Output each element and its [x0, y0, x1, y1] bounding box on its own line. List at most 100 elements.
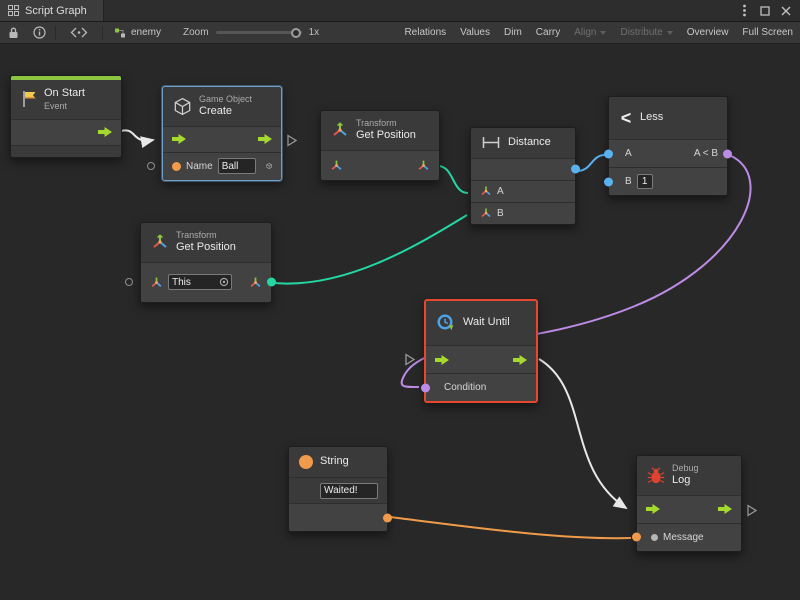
- flow-output-arrow-icon[interactable]: [98, 127, 112, 137]
- node-header: On Start Event: [11, 80, 121, 119]
- node-subtitle: Event: [44, 101, 85, 112]
- wire-getposition2-to-distance-b: [274, 215, 467, 284]
- node-debug-log[interactable]: Debug Log Message: [636, 455, 742, 552]
- lock-icon[interactable]: [0, 22, 26, 44]
- unconnected-input-triangle[interactable]: [404, 353, 416, 366]
- script-graph-asset-icon: [114, 27, 126, 39]
- b-value-field[interactable]: [637, 174, 653, 189]
- port-label: Name: [186, 161, 213, 172]
- port-label: B: [625, 176, 632, 187]
- graph-asset-crumb[interactable]: enemy: [106, 27, 169, 39]
- less-output-port[interactable]: [723, 149, 732, 158]
- unconnected-output-triangle[interactable]: [746, 504, 758, 517]
- node-header: < Less: [609, 97, 727, 139]
- values-button[interactable]: Values: [453, 22, 497, 44]
- message-port-dot: [651, 534, 658, 541]
- unconnected-output-triangle[interactable]: [286, 134, 298, 147]
- string-type-icon: [299, 455, 313, 469]
- overview-button[interactable]: Overview: [680, 22, 736, 44]
- toolbar-separator: [102, 26, 103, 40]
- flag-icon: [21, 90, 37, 108]
- condition-port-row: Condition: [426, 373, 536, 401]
- node-title: On Start: [44, 87, 85, 101]
- node-title: Wait Until: [463, 316, 510, 330]
- node-title: Get Position: [356, 129, 416, 143]
- object-picker-icon[interactable]: [219, 277, 229, 287]
- port-label: Message: [663, 532, 704, 543]
- transform-icon: [331, 121, 349, 139]
- dim-button[interactable]: Dim: [497, 22, 529, 44]
- info-icon[interactable]: [26, 22, 52, 44]
- node-string-literal[interactable]: String: [288, 446, 388, 532]
- name-value-field[interactable]: [218, 158, 256, 174]
- title-bar: Script Graph: [0, 0, 800, 22]
- close-icon[interactable]: [777, 3, 795, 19]
- node-header: Transform Get Position: [141, 223, 271, 262]
- cube-icon: [173, 97, 192, 116]
- transform-input-port-icon[interactable]: [330, 159, 343, 172]
- node-title: Distance: [508, 136, 551, 150]
- name-input-port[interactable]: [172, 162, 181, 171]
- zoom-slider-handle[interactable]: [291, 28, 301, 38]
- port-b-row: B: [609, 167, 727, 195]
- node-category: Transform: [176, 230, 236, 241]
- port-label: A: [497, 186, 504, 197]
- node-get-position-2[interactable]: Transform Get Position: [140, 222, 272, 303]
- flow-input-arrow-icon[interactable]: [435, 355, 449, 365]
- node-header: Game Object Create: [163, 87, 281, 126]
- less-input-b-port[interactable]: [604, 177, 613, 186]
- window-menu-icon[interactable]: [735, 3, 753, 19]
- port-b-row: B: [471, 202, 575, 224]
- relations-button[interactable]: Relations: [397, 22, 453, 44]
- node-footer: [11, 145, 121, 157]
- name-port-row: Name: [163, 152, 281, 180]
- vector3-output-port[interactable]: [267, 278, 276, 287]
- unconnected-port-ring[interactable]: [125, 278, 133, 286]
- node-on-start-event[interactable]: On Start Event: [10, 75, 122, 158]
- gameobject-output-cube-icon[interactable]: [266, 159, 272, 173]
- flow-output-arrow-icon[interactable]: [718, 504, 732, 514]
- flow-port-row: [426, 345, 536, 373]
- message-input-port[interactable]: [632, 533, 641, 542]
- flow-input-arrow-icon[interactable]: [646, 504, 660, 514]
- carry-button[interactable]: Carry: [529, 22, 567, 44]
- node-less[interactable]: < Less A A < B B: [608, 96, 728, 196]
- flow-output-arrow-icon[interactable]: [258, 134, 272, 144]
- distance-output-port[interactable]: [571, 165, 580, 174]
- chevron-down-icon: [600, 31, 606, 35]
- wire-string-to-debuglog-message: [390, 517, 631, 538]
- flow-input-arrow-icon[interactable]: [172, 134, 186, 144]
- node-wait-until[interactable]: Wait Until Condition: [424, 299, 538, 403]
- node-header: Debug Log: [637, 456, 741, 495]
- transform-icon: [151, 233, 169, 251]
- node-category: Debug: [672, 463, 699, 474]
- align-dropdown[interactable]: Align: [567, 22, 613, 44]
- distribute-dropdown[interactable]: Distribute: [613, 22, 679, 44]
- port-a-row: A A < B: [609, 139, 727, 167]
- full-screen-button[interactable]: Full Screen: [735, 22, 800, 44]
- zoom-slider[interactable]: [216, 31, 302, 34]
- vector3-output-port-icon[interactable]: [417, 159, 430, 172]
- maximize-icon[interactable]: [756, 3, 774, 19]
- output-label: A < B: [694, 148, 718, 159]
- node-distance[interactable]: Distance A B: [470, 127, 576, 225]
- graph-canvas[interactable]: On Start Event Game Object Create: [0, 44, 800, 600]
- unconnected-port-ring[interactable]: [147, 162, 155, 170]
- graph-asset-name: enemy: [131, 27, 161, 38]
- string-value-field[interactable]: [320, 483, 378, 499]
- flow-output-arrow-icon[interactable]: [513, 355, 527, 365]
- string-output-port[interactable]: [383, 513, 392, 522]
- node-gameobject-create[interactable]: Game Object Create Name: [162, 86, 282, 181]
- less-input-a-port[interactable]: [604, 149, 613, 158]
- vector3-port-icon[interactable]: [480, 207, 492, 219]
- condition-input-port[interactable]: [421, 383, 430, 392]
- node-category: Game Object: [199, 94, 252, 105]
- port-label: A: [625, 148, 632, 159]
- vector3-port-icon[interactable]: [480, 185, 492, 197]
- transform-input-port-icon[interactable]: [150, 276, 163, 289]
- flow-port-row: [163, 126, 281, 152]
- node-get-position-1[interactable]: Transform Get Position: [320, 110, 440, 181]
- vector3-output-port-icon[interactable]: [249, 276, 262, 289]
- code-view-icon[interactable]: [59, 22, 99, 44]
- tab-script-graph[interactable]: Script Graph: [0, 0, 104, 21]
